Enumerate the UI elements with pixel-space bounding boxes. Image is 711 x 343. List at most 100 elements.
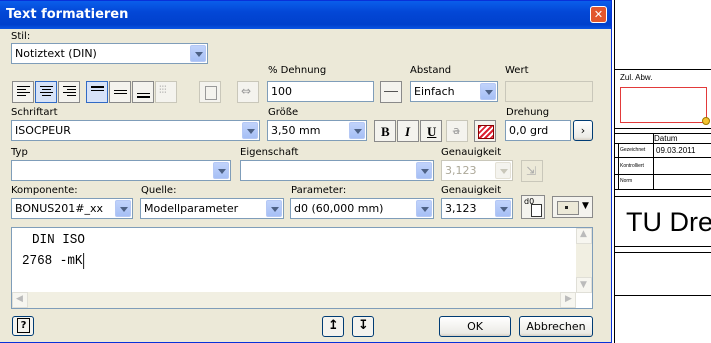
handle-dot[interactable]: [702, 117, 710, 125]
parameter-select[interactable]: d0 (60,000 mm): [290, 198, 434, 219]
tu-label: TU Dres: [626, 207, 711, 237]
text-format-dialog: Text formatieren ✕ Stil: Notiztext (DIN)…: [0, 0, 612, 343]
scroll-left-arrow[interactable]: ◀: [12, 292, 28, 308]
chevron-down-icon[interactable]: [495, 200, 511, 217]
italic-button[interactable]: I: [397, 120, 419, 142]
chevron-right-icon: ▶: [565, 294, 572, 304]
wert-input[interactable]: [505, 81, 593, 102]
komponente-value: BONUS201#_xx: [15, 202, 104, 215]
genauigkeit-value: 3,123: [445, 164, 477, 177]
genauigkeit2-label: Genauigkeit: [441, 185, 502, 196]
scroll-up-arrow[interactable]: ▲: [576, 228, 592, 244]
abstand-select[interactable]: Einfach: [410, 81, 498, 102]
komponente-select[interactable]: BONUS201#_xx: [11, 198, 133, 219]
chevron-down-icon[interactable]: [349, 122, 365, 139]
line-spacing-button[interactable]: [380, 81, 402, 103]
color-dot: [565, 206, 568, 209]
groesse-select[interactable]: 3,50 mm: [267, 120, 367, 141]
chevron-down-icon[interactable]: [242, 122, 258, 139]
stil-value: Notiztext (DIN): [15, 47, 97, 60]
align-right-button[interactable]: [58, 81, 80, 103]
zul-abw-box: [620, 87, 707, 123]
text-frame-button[interactable]: [199, 81, 221, 103]
scroll-right-arrow[interactable]: ▶: [560, 292, 576, 308]
eigenschaft-label: Eigenschaft: [240, 147, 299, 158]
add-field-button[interactable]: ⇲: [521, 160, 543, 182]
bold-button[interactable]: B: [374, 120, 396, 142]
help-icon: ?: [17, 318, 30, 333]
chevron-down-icon[interactable]: [480, 83, 496, 100]
arrow-down-icon: ↧: [358, 318, 369, 333]
groesse-value: 3,50 mm: [271, 124, 321, 137]
align-center-icon: [40, 86, 53, 98]
bold-icon: B: [381, 124, 390, 139]
dehnung-value: 100: [271, 85, 292, 98]
chevron-down-icon[interactable]: [115, 200, 131, 217]
title-bar[interactable]: Text formatieren ✕: [0, 1, 611, 29]
schriftart-label: Schriftart: [11, 107, 58, 118]
scroll-down-arrow[interactable]: ▼: [576, 277, 592, 293]
drehung-input[interactable]: 0,0 grd: [505, 120, 571, 141]
text-cursor: ​: [83, 253, 85, 269]
horizontal-scrollbar[interactable]: ◀ ▶: [12, 292, 576, 308]
quelle-select[interactable]: Modellparameter: [140, 198, 284, 219]
stil-select[interactable]: Notiztext (DIN): [11, 43, 208, 64]
valign-bottom-button[interactable]: [132, 81, 154, 103]
genauigkeit-select-disabled[interactable]: 3,123: [441, 160, 513, 181]
schriftart-select[interactable]: ISOCPEUR: [11, 120, 260, 141]
valign-top-icon: [91, 86, 104, 93]
help-button[interactable]: ?: [12, 316, 34, 336]
dialog-title: Text formatieren: [6, 7, 129, 22]
chevron-down-icon[interactable]: [416, 162, 432, 179]
quelle-value: Modellparameter: [144, 202, 239, 215]
stil-label: Stil:: [11, 31, 31, 42]
datum-label: Datum: [654, 134, 678, 143]
chevron-down-icon[interactable]: [213, 162, 229, 179]
italic-icon: I: [405, 124, 411, 139]
chevron-down-icon[interactable]: [416, 200, 432, 217]
komponente-label: Komponente:: [11, 185, 78, 196]
line-spacing-icon: [384, 91, 398, 92]
editor-line-1: DIN ISO: [32, 232, 85, 248]
genauigkeit2-value: 3,123: [445, 202, 477, 215]
chevron-down-icon[interactable]: [266, 200, 282, 217]
abstand-value: Einfach: [414, 85, 455, 98]
cancel-button[interactable]: Abbrechen: [519, 316, 593, 337]
underline-button[interactable]: U: [420, 120, 442, 142]
move-up-button[interactable]: ↥: [322, 316, 344, 337]
fit-text-icon: ⇔: [241, 84, 252, 98]
valign-top-button[interactable]: [86, 81, 108, 103]
text-color-button[interactable]: [474, 120, 496, 142]
move-down-button[interactable]: ↧: [352, 316, 374, 337]
text-frame-icon: [205, 86, 217, 100]
schriftart-value: ISOCPEUR: [15, 124, 71, 137]
typ-label: Typ: [11, 147, 28, 158]
drehung-more-button[interactable]: ›: [573, 120, 593, 141]
genauigkeit2-select[interactable]: 3,123: [441, 198, 513, 219]
parameter-doc-icon: [531, 204, 542, 217]
chevron-down-icon[interactable]: [190, 45, 206, 62]
text-editor[interactable]: DIN ISO 2768 -mK​ ▲ ▼ ◀ ▶: [11, 227, 593, 309]
dehnung-label: % Dehnung: [268, 65, 327, 76]
underline-icon: U: [427, 124, 437, 139]
align-center-button[interactable]: [35, 81, 57, 103]
color-swatch-button[interactable]: ▼: [552, 196, 593, 218]
align-right-icon: [63, 86, 76, 98]
strikethrough-button[interactable]: a̶: [446, 120, 468, 142]
valign-middle-button[interactable]: [109, 81, 131, 103]
insert-parameter-button[interactable]: d0: [521, 195, 545, 219]
eigenschaft-select[interactable]: [240, 160, 434, 181]
align-left-button[interactable]: [12, 81, 34, 103]
wert-label: Wert: [505, 65, 529, 76]
typ-select[interactable]: [11, 160, 231, 181]
ok-button[interactable]: OK: [439, 316, 511, 337]
text-color-icon: [478, 125, 494, 139]
chevron-down-icon: ▼: [580, 280, 587, 290]
fit-text-button[interactable]: ⇔: [237, 81, 259, 103]
vertical-scrollbar[interactable]: ▲ ▼: [576, 228, 592, 293]
row-gezeichnet: Gezeichnet: [620, 147, 646, 153]
close-button[interactable]: ✕: [590, 6, 607, 23]
dehnung-input[interactable]: 100: [267, 81, 374, 102]
spacing-button[interactable]: ⫶⫶⫶: [155, 81, 177, 103]
editor-line-2-text: 2768 -mK: [22, 253, 83, 269]
